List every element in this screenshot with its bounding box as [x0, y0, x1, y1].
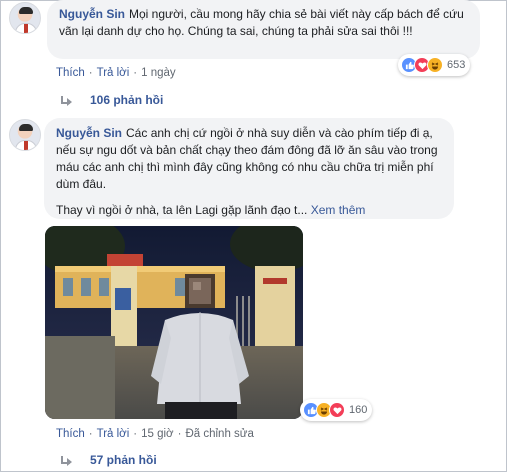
reaction-count: 653 [447, 59, 466, 71]
reaction-summary[interactable]: 160 [300, 399, 373, 421]
reaction-summary[interactable]: 653 [398, 54, 471, 76]
replies-count: 106 phản hồi [90, 93, 164, 107]
comment-photo[interactable] [45, 226, 303, 419]
comment-actions: Thích · Trả lời · 15 giờ · Đã chỉnh sửa [56, 428, 254, 440]
comment-bubble: Nguyễn Sin Mọi người, cầu mong hãy chia s… [47, 0, 480, 59]
reply-arrow-icon [60, 455, 72, 466]
reply-link[interactable]: Trả lời [97, 67, 130, 79]
reply-link[interactable]: Trả lời [97, 428, 130, 440]
avatar[interactable] [9, 2, 41, 34]
replies-count: 57 phản hồi [90, 453, 157, 467]
comment-author[interactable]: Nguyễn Sin [59, 7, 125, 21]
view-replies-link[interactable]: 106 phản hồi [60, 93, 163, 107]
edited-label: Đã chỉnh sửa [185, 428, 254, 440]
like-link[interactable]: Thích [56, 67, 85, 79]
reply-arrow-icon [60, 95, 72, 106]
reaction-count: 160 [349, 404, 368, 416]
heart-icon [329, 402, 345, 418]
view-replies-link[interactable]: 57 phản hồi [60, 453, 157, 467]
comment-text-continued: Thay vì ngồi ở nhà, ta lên Lagi gặp lãnh… [56, 203, 308, 217]
comment-timestamp[interactable]: 15 giờ [141, 428, 173, 440]
comment-bubble: Nguyễn Sin Các anh chị cứ ngồi ở nhà suy … [44, 118, 454, 219]
avatar[interactable] [9, 119, 41, 151]
comment-actions: Thích · Trả lời · 1 ngày [56, 67, 176, 79]
comment-timestamp[interactable]: 1 ngày [141, 67, 176, 79]
laughing-icon [427, 57, 443, 73]
like-link[interactable]: Thích [56, 428, 85, 440]
comment-author[interactable]: Nguyễn Sin [56, 126, 122, 140]
see-more-link[interactable]: Xem thêm [311, 203, 366, 217]
